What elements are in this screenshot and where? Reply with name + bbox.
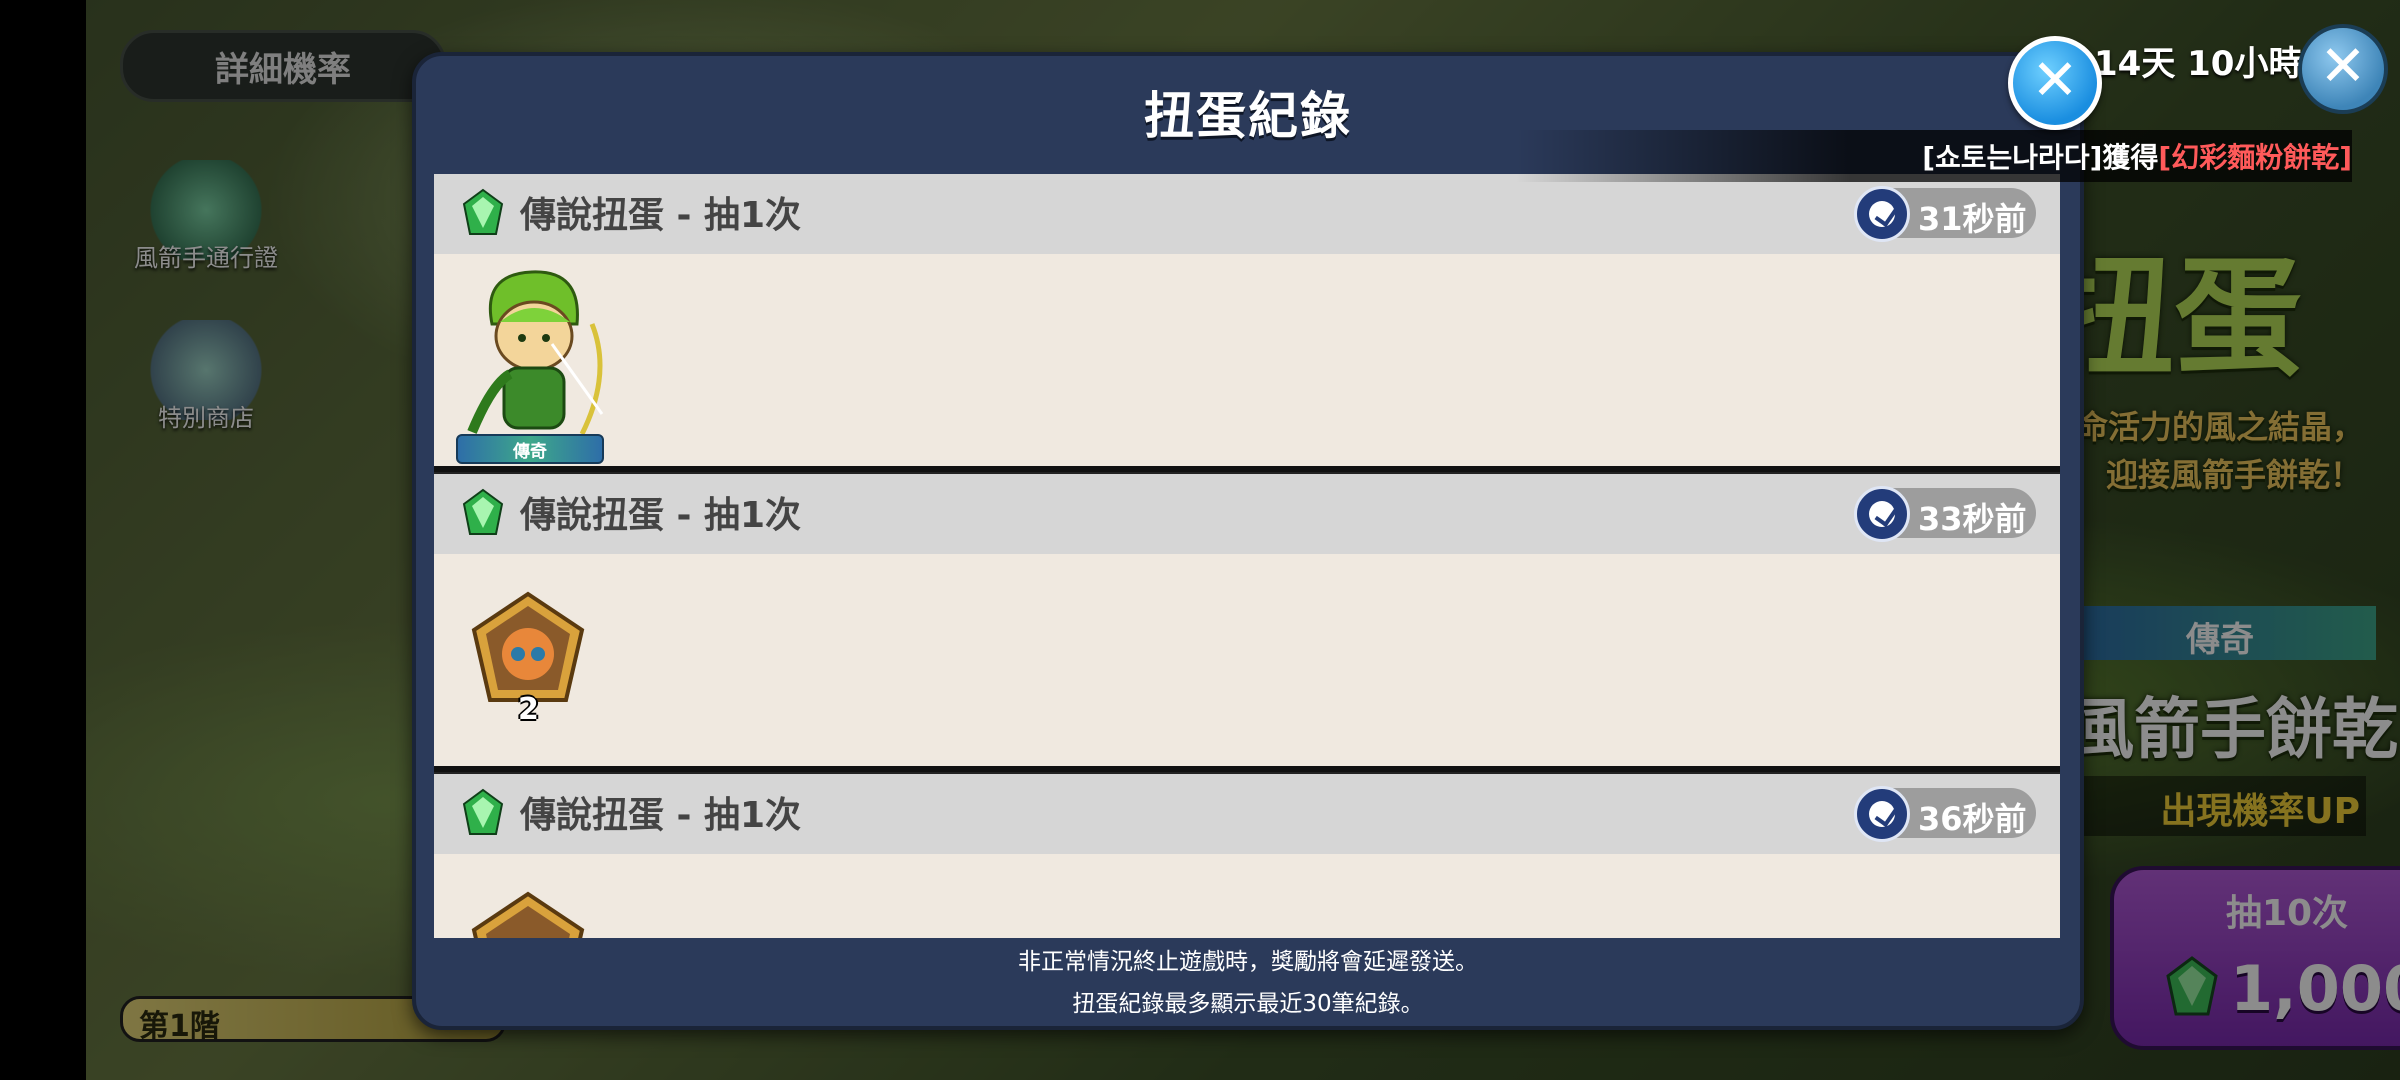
time-badge: 36秒前	[1854, 786, 2036, 842]
legendary-crystal-icon	[462, 788, 504, 835]
history-entry-title: 傳說扭蛋 - 抽1次	[520, 495, 802, 536]
legendary-crystal-icon	[462, 188, 504, 235]
clock-icon	[1854, 186, 1910, 242]
soulstone-icon	[471, 591, 585, 702]
reward-count: 2	[518, 692, 539, 727]
history-list[interactable]: 傳說扭蛋 - 抽1次 31秒前 傳奇 傳說扭蛋 - 抽1次 33秒前 2 傳說扭…	[434, 174, 2060, 938]
reward-soulstone	[452, 864, 612, 938]
announcement-item: [幻彩麵粉餅乾]	[2158, 141, 2352, 174]
time-ago: 33秒前	[1918, 500, 2027, 538]
footer-note-delay: 非正常情況終止遊戲時，獎勵將會延遲發送。	[1018, 949, 1478, 975]
event-timer: 14天 10小時	[2094, 44, 2303, 84]
history-entry-header: 傳說扭蛋 - 抽1次 33秒前	[434, 474, 2060, 554]
history-entry-title: 傳說扭蛋 - 抽1次	[520, 795, 802, 836]
history-entry: 傳說扭蛋 - 抽1次 36秒前	[434, 774, 2060, 938]
announcement-bar: [쇼토는나라다]獲得[幻彩麵粉餅乾]	[1516, 130, 2352, 182]
soulstone-icon	[471, 891, 585, 938]
time-badge: 33秒前	[1854, 486, 2036, 542]
close-icon: ✕	[2031, 47, 2079, 113]
clock-icon	[1854, 786, 1910, 842]
footer-note-limit: 扭蛋紀錄最多顯示最近30筆紀錄。	[1072, 991, 1424, 1017]
time-badge: 31秒前	[1854, 186, 2036, 242]
history-entry-title: 傳說扭蛋 - 抽1次	[520, 195, 802, 236]
history-entry: 傳說扭蛋 - 抽1次 33秒前 2	[434, 474, 2060, 772]
reward-wind-archer-cookie: 傳奇	[452, 264, 612, 464]
announcement-verb: 獲得	[2102, 141, 2159, 174]
announcement-player: [쇼토는나라다]	[1922, 141, 2103, 174]
reward-soulstone: 2	[452, 564, 612, 764]
clock-icon	[1854, 486, 1910, 542]
history-entry-header: 傳說扭蛋 - 抽1次 36秒前	[434, 774, 2060, 854]
time-ago: 31秒前	[1918, 200, 2027, 238]
announcement-text: [쇼토는나라다]獲得[幻彩麵粉餅乾]	[1922, 136, 2352, 176]
time-ago: 36秒前	[1918, 800, 2027, 838]
close-icon: ✕	[2319, 33, 2367, 99]
rarity-label: 傳奇	[513, 442, 547, 462]
close-gacha-button[interactable]: ✕	[2298, 24, 2388, 114]
history-entry: 傳說扭蛋 - 抽1次 31秒前 傳奇	[434, 174, 2060, 472]
history-entry-header: 傳說扭蛋 - 抽1次 31秒前	[434, 174, 2060, 254]
gacha-history-modal: 扭蛋紀錄 傳說扭蛋 - 抽1次 31秒前 傳奇 傳說扭蛋 - 抽1次 33秒前 …	[412, 52, 2084, 1030]
legendary-crystal-icon	[462, 488, 504, 535]
close-modal-button[interactable]: ✕	[2008, 36, 2102, 130]
rarity-ribbon: 傳奇	[456, 434, 604, 464]
